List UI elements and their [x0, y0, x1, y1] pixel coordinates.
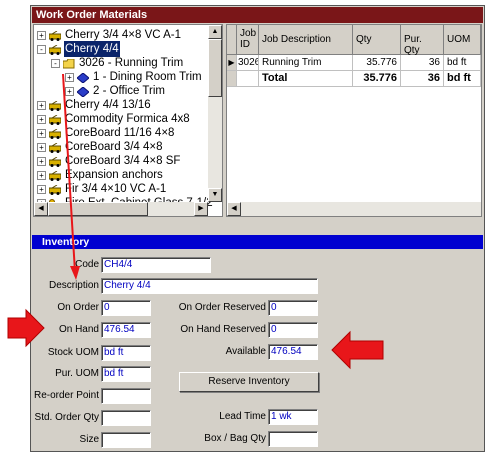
annotation-overlay [7, 73, 384, 370]
annotation-arrow-on-hand-icon [7, 308, 45, 348]
annotation-arrow-available-icon [331, 330, 384, 370]
annotation-line-arrow [62, 73, 80, 280]
